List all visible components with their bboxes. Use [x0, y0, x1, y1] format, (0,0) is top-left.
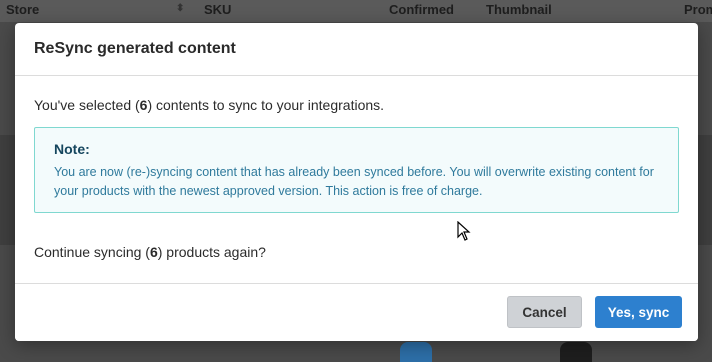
dialog-header: ReSync generated content [15, 23, 698, 76]
question-suffix: ) products again? [157, 244, 266, 260]
thumbnail-image [560, 342, 592, 362]
dialog-title: ReSync generated content [34, 40, 236, 57]
product-count: 6 [149, 244, 158, 260]
column-sku: SKU [204, 2, 232, 17]
sort-icon: ⬍ [176, 3, 185, 14]
yes-sync-button[interactable]: Yes, sync [595, 296, 682, 328]
column-store: Store [6, 2, 40, 17]
note-box: Note: You are now (re-)syncing content t… [34, 127, 679, 213]
selection-summary: You've selected (6) contents to sync to … [34, 97, 679, 113]
thumbnail-image [400, 342, 432, 362]
summary-prefix: You've selected ( [34, 97, 140, 113]
resync-dialog: ReSync generated content You've selected… [15, 23, 698, 341]
dialog-body: You've selected ( 6 ) contents to sync to … [15, 97, 698, 260]
table-header: Store ⬍ SKU Confirmed Thumbnail Prom [0, 0, 712, 22]
dialog-footer: Cancel Yes, sync [15, 283, 698, 341]
mouse-cursor-icon [457, 221, 471, 241]
question-prefix: Continue syncing ( [34, 244, 150, 260]
cancel-button[interactable]: Cancel [507, 296, 582, 328]
confirm-question: Continue syncing (6) products again? [34, 244, 679, 260]
column-confirmed: Confirmed [389, 2, 454, 17]
note-title: Note: [54, 141, 90, 157]
note-text: You are now (re-)syncing content that ha… [54, 165, 654, 198]
summary-suffix: ) contents to sync to your integrations. [147, 97, 385, 113]
column-prom: Prom [684, 2, 712, 17]
column-thumbnail: Thumbnail [486, 2, 552, 17]
